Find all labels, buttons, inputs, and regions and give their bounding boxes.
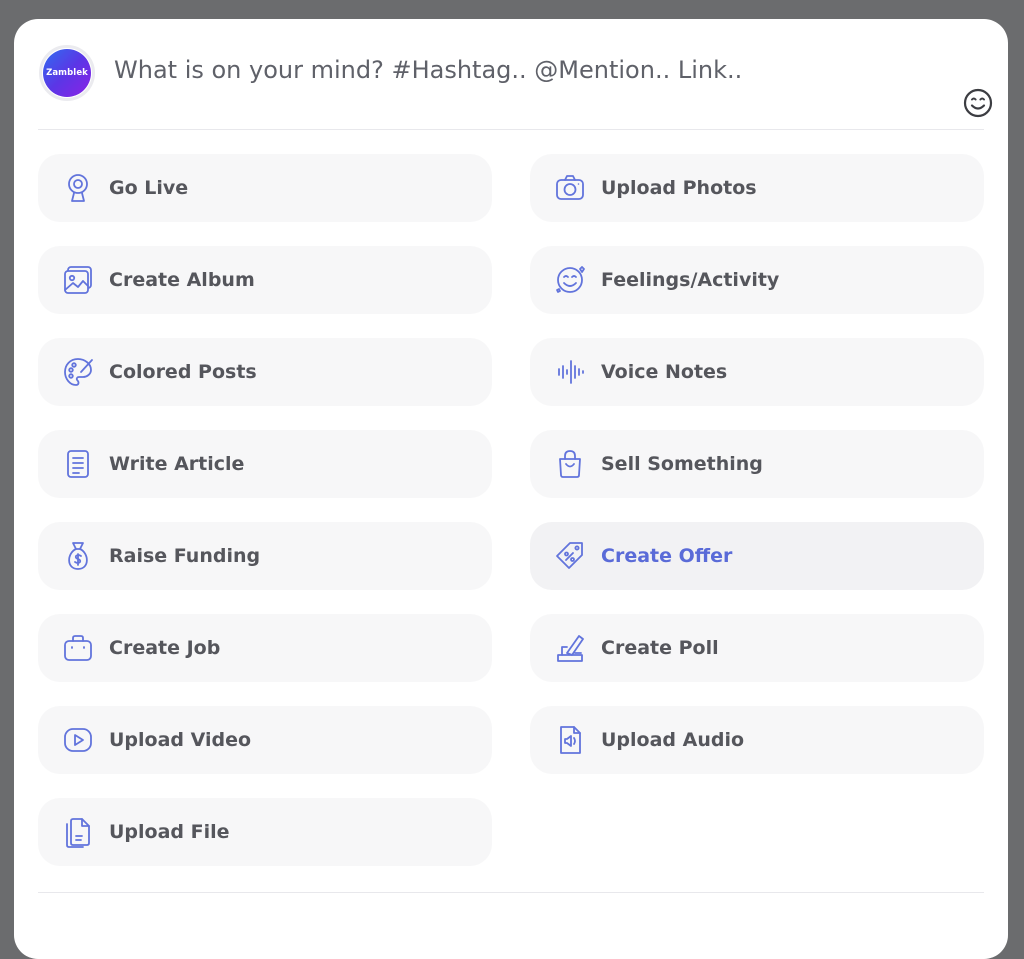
option-upload-photos[interactable]: Upload Photos	[530, 154, 984, 222]
emoji-icon	[963, 88, 993, 118]
document-icon	[60, 446, 96, 482]
soundwave-icon	[552, 354, 588, 390]
video-play-icon	[60, 722, 96, 758]
option-label: Upload Audio	[601, 729, 745, 751]
option-label: Raise Funding	[109, 545, 261, 567]
file-icon	[60, 814, 96, 850]
post-text-input[interactable]	[114, 49, 934, 91]
option-label: Sell Something	[601, 453, 763, 475]
option-label: Write Article	[109, 453, 245, 475]
shopping-bag-icon	[552, 446, 588, 482]
option-label: Create Offer	[601, 545, 733, 567]
option-label: Colored Posts	[109, 361, 257, 383]
webcam-icon	[60, 170, 96, 206]
option-raise-funding[interactable]: Raise Funding	[38, 522, 492, 590]
ballot-box-icon	[552, 630, 588, 666]
option-label: Upload File	[109, 821, 230, 843]
option-feelings-activity[interactable]: Feelings/Activity	[530, 246, 984, 314]
camera-icon	[552, 170, 588, 206]
emoji-picker-button[interactable]	[962, 87, 994, 119]
option-label: Upload Photos	[601, 177, 757, 199]
composer-header: Zamblek	[14, 19, 1008, 129]
option-label: Feelings/Activity	[601, 269, 780, 291]
option-label: Upload Video	[109, 729, 252, 751]
avatar[interactable]: Zamblek	[39, 45, 95, 101]
avatar-logo-text: Zamblek	[43, 49, 91, 97]
money-bag-icon	[60, 538, 96, 574]
option-upload-audio[interactable]: Upload Audio	[530, 706, 984, 774]
option-label: Create Album	[109, 269, 255, 291]
option-voice-notes[interactable]: Voice Notes	[530, 338, 984, 406]
option-create-job[interactable]: Create Job	[38, 614, 492, 682]
briefcase-icon	[60, 630, 96, 666]
footer-divider	[38, 892, 984, 893]
option-label: Go Live	[109, 177, 189, 199]
option-create-offer[interactable]: Create Offer	[530, 522, 984, 590]
option-create-album[interactable]: Create Album	[38, 246, 492, 314]
option-colored-posts[interactable]: Colored Posts	[38, 338, 492, 406]
post-options-grid: Go Live Upload Photos Create Album Feelings…	[38, 154, 984, 866]
composer-divider	[38, 129, 984, 130]
palette-icon	[60, 354, 96, 390]
option-label: Voice Notes	[601, 361, 728, 383]
option-upload-file[interactable]: Upload File	[38, 798, 492, 866]
option-label: Create Job	[109, 637, 221, 659]
option-write-article[interactable]: Write Article	[38, 430, 492, 498]
option-create-poll[interactable]: Create Poll	[530, 614, 984, 682]
option-sell-something[interactable]: Sell Something	[530, 430, 984, 498]
option-go-live[interactable]: Go Live	[38, 154, 492, 222]
discount-tag-icon	[552, 538, 588, 574]
option-upload-video[interactable]: Upload Video	[38, 706, 492, 774]
post-composer-card: Zamblek Go Live Upload Photos Create Album…	[14, 19, 1008, 959]
gallery-icon	[60, 262, 96, 298]
smiley-icon	[552, 262, 588, 298]
audio-file-icon	[552, 722, 588, 758]
option-label: Create Poll	[601, 637, 719, 659]
